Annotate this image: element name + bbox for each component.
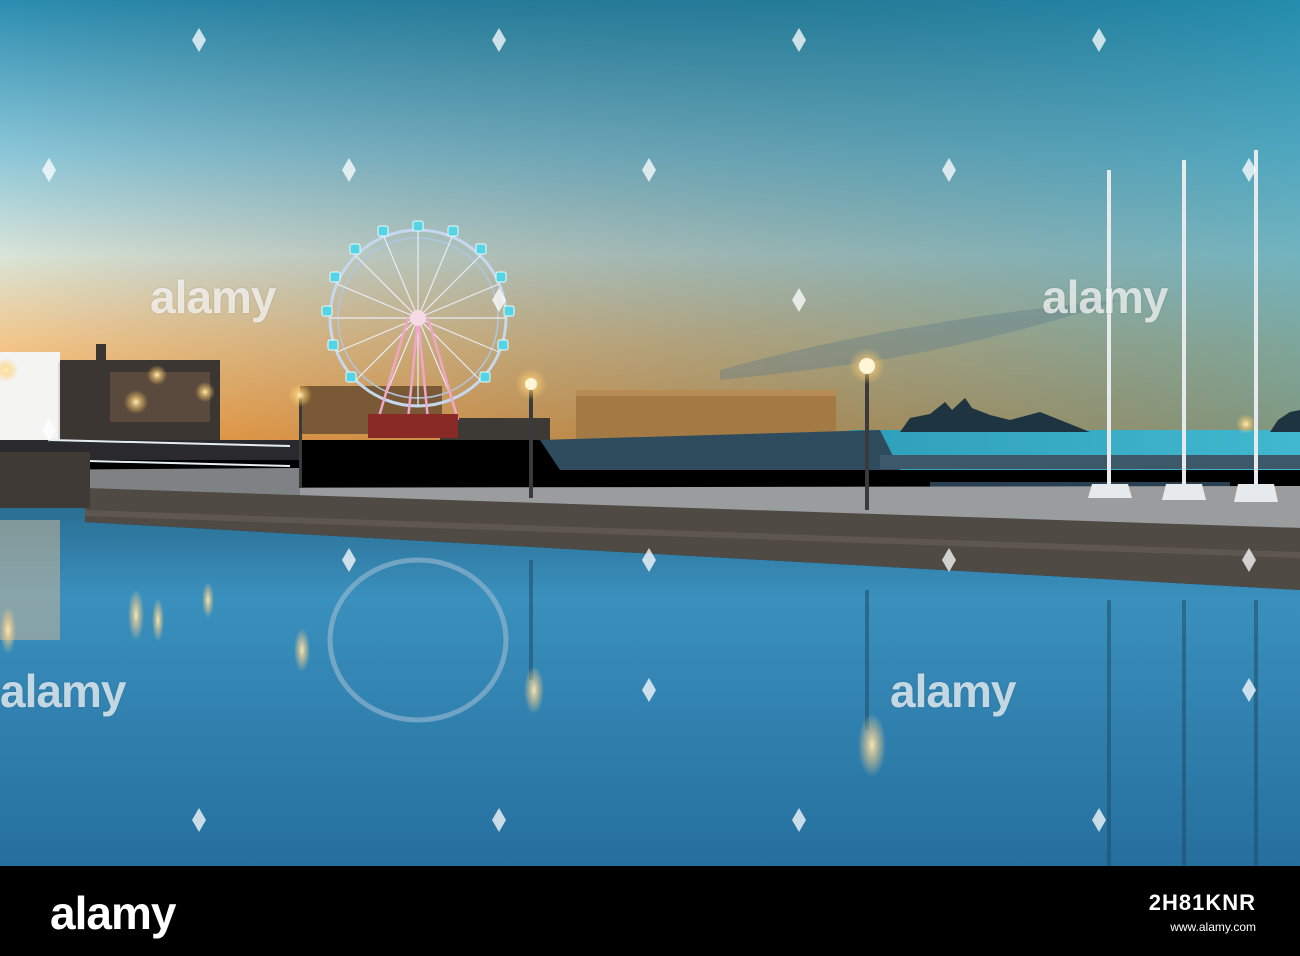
site-url: www.alamy.com	[1170, 920, 1256, 934]
watermark-mark	[492, 288, 506, 312]
footer-bar: alamy 2H81KNR www.alamy.com	[0, 866, 1300, 956]
watermark-mark	[1242, 548, 1256, 572]
watermark-mark	[642, 678, 656, 702]
watermark-mark	[792, 288, 806, 312]
watermark-mark	[942, 548, 956, 572]
photo: alamy alamy alamy alamy alamy 2H81KNR ww…	[0, 0, 1300, 956]
watermark-text: alamy	[1042, 271, 1168, 323]
watermark-mark	[1242, 158, 1256, 182]
watermark-mark	[1092, 28, 1106, 52]
watermark-mark	[792, 28, 806, 52]
watermark-mark	[642, 548, 656, 572]
watermark-mark	[42, 158, 56, 182]
watermark-mark	[342, 158, 356, 182]
harbour-scene	[0, 0, 1300, 866]
alamy-logo: alamy	[50, 887, 176, 939]
watermark-mark	[792, 808, 806, 832]
watermark-mark	[192, 808, 206, 832]
watermark-mark	[942, 158, 956, 182]
watermark-mark	[1092, 808, 1106, 832]
watermark-mark	[1242, 678, 1256, 702]
watermark-text: alamy	[890, 665, 1016, 717]
watermark-text: alamy	[0, 665, 126, 717]
image-id: 2H81KNR	[1148, 890, 1256, 915]
watermark-mark	[492, 808, 506, 832]
watermark-mark	[642, 158, 656, 182]
watermark-mark	[342, 548, 356, 572]
watermark-mark	[192, 28, 206, 52]
watermark-mark	[492, 28, 506, 52]
watermark-mark	[42, 418, 56, 442]
watermark-text: alamy	[150, 271, 276, 323]
